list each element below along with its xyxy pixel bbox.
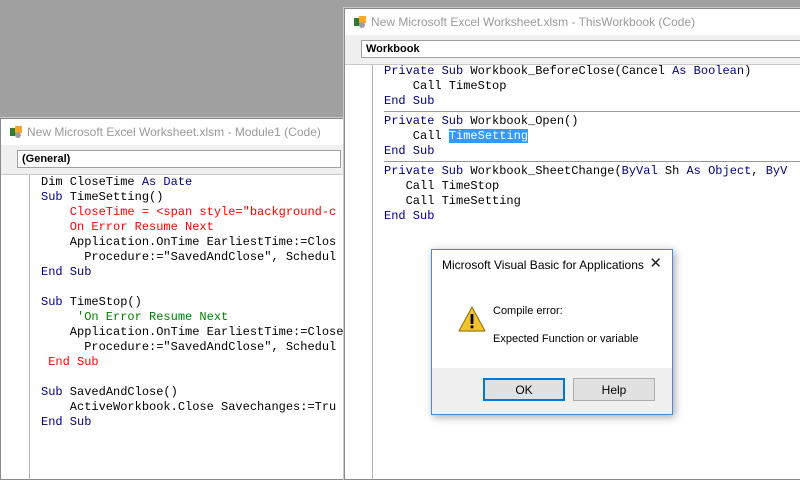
error-message: Expected Function or variable xyxy=(493,333,639,345)
code-token: 'On Error Resume Next xyxy=(41,310,229,324)
code-token: ) xyxy=(744,64,752,78)
compile-error-dialog[interactable]: Microsoft Visual Basic for Applications … xyxy=(431,249,673,415)
procedure-separator xyxy=(384,161,800,162)
code-line[interactable]: 'On Error Resume Next xyxy=(41,310,345,325)
code-line[interactable]: Private Sub Workbook_BeforeClose(Cancel … xyxy=(384,64,800,79)
code-token: Sub xyxy=(41,385,63,399)
ok-button[interactable]: OK xyxy=(483,378,565,401)
code-token: Date xyxy=(156,175,193,189)
code-token: ByVal xyxy=(621,164,658,178)
code-line[interactable]: Call TimeSetting xyxy=(384,194,800,209)
code-token: ActiveWorkbook.Close Savechanges:=Tru xyxy=(41,400,337,414)
code-token: ByV xyxy=(765,164,788,178)
thisworkbook-combo-row: Workbook xyxy=(345,35,800,65)
module1-title-bar[interactable]: New Microsoft Excel Worksheet.xlsm - Mod… xyxy=(1,119,345,145)
code-line[interactable]: End Sub xyxy=(384,209,800,224)
code-token: As xyxy=(141,175,157,189)
dialog-title: Microsoft Visual Basic for Applications xyxy=(442,258,644,272)
code-line[interactable]: Private Sub Workbook_Open() xyxy=(384,114,800,129)
code-token: Application.OnTime EarliestTime:=Clos xyxy=(41,235,337,249)
code-line[interactable]: Call TimeSetting xyxy=(384,129,800,144)
code-line[interactable]: ActiveWorkbook.Close Savechanges:=Tru xyxy=(41,400,345,415)
module1-code-area[interactable]: Dim CloseTime As Date Sub TimeSetting() C… xyxy=(1,175,345,479)
code-token: End Sub xyxy=(41,265,92,279)
code-line[interactable]: Dim CloseTime As Date xyxy=(41,175,345,190)
code-token: Workbook_Open() xyxy=(463,114,579,128)
code-token: Procedure:="SavedAndClose", Schedul xyxy=(41,250,337,264)
thisworkbook-title: New Microsoft Excel Worksheet.xlsm - Thi… xyxy=(371,15,696,29)
module1-code-window[interactable]: New Microsoft Excel Worksheet.xlsm - Mod… xyxy=(0,118,346,480)
code-line[interactable]: Procedure:="SavedAndClose", Schedul xyxy=(41,250,345,265)
selected-code-token: TimeSetting xyxy=(448,129,529,143)
code-line[interactable]: Call TimeStop xyxy=(384,79,800,94)
code-line[interactable]: Private Sub Workbook_SheetChange(ByVal S… xyxy=(384,164,800,179)
module1-title: New Microsoft Excel Worksheet.xlsm - Mod… xyxy=(27,125,321,139)
code-token: Procedure:="SavedAndClose", Schedul xyxy=(41,340,337,354)
code-line[interactable]: Call TimeStop xyxy=(384,179,800,194)
code-token: Workbook_BeforeClose(Cancel xyxy=(463,64,673,78)
code-token: TimeStop() xyxy=(62,295,142,309)
code-token: As Object xyxy=(686,164,752,178)
code-line[interactable]: End Sub xyxy=(41,355,345,370)
module1-margin-indicator-bar[interactable] xyxy=(1,175,30,479)
code-line[interactable]: End Sub xyxy=(41,415,345,430)
code-token: Sub xyxy=(41,295,63,309)
code-token: CloseTime = <span style="background-c xyxy=(41,205,337,219)
error-title: Compile error: xyxy=(493,305,563,317)
code-line[interactable]: Application.OnTime EarliestTime:=Close xyxy=(41,325,345,340)
vba-module-icon xyxy=(353,15,367,29)
help-button[interactable]: Help xyxy=(573,378,655,401)
code-line[interactable]: Sub TimeStop() xyxy=(41,295,345,310)
code-token: Workbook_SheetChange( xyxy=(463,164,622,178)
code-token: Dim CloseTime xyxy=(41,175,142,189)
code-token: Call xyxy=(384,129,449,143)
warning-icon xyxy=(457,305,487,333)
code-token: End Sub xyxy=(384,144,435,158)
code-token: Private Sub xyxy=(384,114,464,128)
code-line[interactable]: End Sub xyxy=(384,144,800,159)
code-line[interactable]: On Error Resume Next xyxy=(41,220,345,235)
code-token: As Boolean xyxy=(672,64,745,78)
code-token: Private Sub xyxy=(384,64,464,78)
code-line[interactable]: End Sub xyxy=(384,94,800,109)
code-token: Sub xyxy=(41,190,63,204)
code-token: Call TimeStop xyxy=(384,179,500,193)
close-icon[interactable]: ✕ xyxy=(649,256,662,272)
thisworkbook-title-bar[interactable]: New Microsoft Excel Worksheet.xlsm - Thi… xyxy=(345,9,800,35)
code-token: Sh xyxy=(657,164,687,178)
code-token: Call TimeSetting xyxy=(384,194,521,208)
code-line[interactable]: Procedure:="SavedAndClose", Schedul xyxy=(41,340,345,355)
code-line[interactable] xyxy=(41,280,345,295)
object-dropdown[interactable]: Workbook xyxy=(361,40,800,58)
code-line[interactable] xyxy=(41,370,345,385)
code-line[interactable]: CloseTime = <span style="background-c xyxy=(41,205,345,220)
code-token: On Error Resume Next xyxy=(41,220,214,234)
code-line[interactable]: Sub SavedAndClose() xyxy=(41,385,345,400)
code-line[interactable]: Sub TimeSetting() xyxy=(41,190,345,205)
code-token: End Sub xyxy=(41,355,99,369)
dialog-button-bar: OK Help xyxy=(432,368,672,414)
module1-code-editor[interactable]: Dim CloseTime As Date Sub TimeSetting() C… xyxy=(41,175,345,479)
code-token: , xyxy=(751,164,766,178)
vba-module-icon xyxy=(9,125,23,139)
procedure-separator xyxy=(384,111,800,112)
code-line[interactable]: Application.OnTime EarliestTime:=Clos xyxy=(41,235,345,250)
code-token: End Sub xyxy=(41,415,92,429)
object-dropdown[interactable]: (General) xyxy=(17,150,341,168)
code-line[interactable]: End Sub xyxy=(41,265,345,280)
code-token: SavedAndClose() xyxy=(62,385,178,399)
code-token: Application.OnTime EarliestTime:=Close xyxy=(41,325,344,339)
code-token: Call TimeStop xyxy=(384,79,507,93)
module1-combo-row: (General) xyxy=(1,145,345,175)
code-token: End Sub xyxy=(384,209,435,223)
thisworkbook-margin-indicator-bar[interactable] xyxy=(345,65,373,479)
code-token: TimeSetting() xyxy=(62,190,164,204)
code-token: End Sub xyxy=(384,94,435,108)
code-token: Private Sub xyxy=(384,164,464,178)
